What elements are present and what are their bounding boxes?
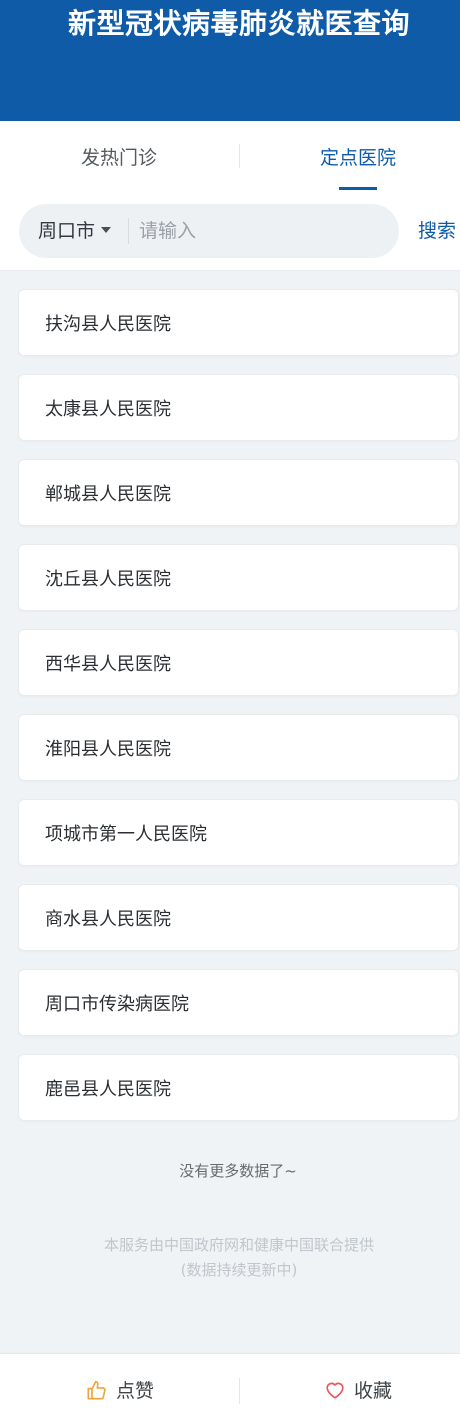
heart-icon (326, 1382, 344, 1399)
hospital-list-item[interactable]: 郸城县人民医院 (18, 459, 459, 526)
search-divider (128, 218, 129, 244)
bottom-bar: 点赞 收藏 (0, 1353, 460, 1424)
search-area: 周口市 搜索 (0, 191, 460, 271)
hospital-name: 扶沟县人民医院 (45, 314, 171, 335)
hospital-name: 项城市第一人民医院 (45, 824, 207, 845)
hospital-name: 商水县人民医院 (45, 909, 171, 930)
header: 新型冠状病毒肺炎就医查询 (0, 0, 460, 121)
hospital-name: 太康县人民医院 (45, 399, 171, 420)
hospital-list-item[interactable]: 沈丘县人民医院 (18, 544, 459, 611)
bottom-divider (239, 1378, 240, 1404)
like-label: 点赞 (116, 1380, 155, 1402)
hospital-name: 鹿邑县人民医院 (45, 1079, 171, 1100)
active-tab-indicator (339, 187, 377, 190)
hospital-list-item[interactable]: 西华县人民医院 (18, 629, 459, 696)
search-box: 周口市 (19, 204, 399, 258)
hospital-name: 西华县人民医院 (45, 654, 171, 675)
app-root: 新型冠状病毒肺炎就医查询 发热门诊 定点医院 周口市 搜索 扶沟县人民医院太康县… (0, 0, 460, 1424)
search-input[interactable] (139, 211, 389, 251)
page-title: 新型冠状病毒肺炎就医查询 (67, 7, 410, 40)
hospital-list-item[interactable]: 鹿邑县人民医院 (18, 1054, 459, 1121)
city-select-label: 周口市 (38, 220, 96, 242)
footer-note: 本服务由中国政府网和健康中国联合提供 (数据持续更新中) (0, 1233, 460, 1283)
hospital-list-item[interactable]: 周口市传染病医院 (18, 969, 459, 1036)
tab-designated-hospital[interactable]: 定点医院 (230, 121, 460, 191)
hospital-list-item[interactable]: 太康县人民医院 (18, 374, 459, 441)
city-select[interactable]: 周口市 (38, 204, 112, 258)
footer-note-line1: 本服务由中国政府网和健康中国联合提供 (103, 1236, 374, 1254)
favorite-button[interactable]: 收藏 (324, 1354, 392, 1424)
hospital-list-item[interactable]: 淮阳县人民医院 (18, 714, 459, 781)
hospital-name: 沈丘县人民医院 (45, 569, 171, 590)
hospital-list-item[interactable]: 商水县人民医院 (18, 884, 459, 951)
hospital-name: 淮阳县人民医院 (45, 739, 171, 760)
hospital-list-item[interactable]: 项城市第一人民医院 (18, 799, 459, 866)
caret-down-icon (101, 227, 112, 233)
tab-fever-clinic[interactable]: 发热门诊 (0, 121, 230, 191)
footer-note-line2: (数据持续更新中) (180, 1261, 298, 1279)
favorite-label: 收藏 (354, 1380, 393, 1402)
hospital-list-item[interactable]: 扶沟县人民医院 (18, 289, 459, 356)
thumbs-up-icon (87, 1380, 106, 1400)
tab-bar: 发热门诊 定点医院 (0, 121, 460, 191)
search-button[interactable]: 搜索 (418, 204, 456, 258)
list-end-text: 没有更多数据了~ (179, 1162, 297, 1180)
hospital-name: 周口市传染病医院 (45, 994, 189, 1015)
hospital-name: 郸城县人民医院 (45, 484, 171, 505)
like-button[interactable]: 点赞 (86, 1354, 154, 1424)
